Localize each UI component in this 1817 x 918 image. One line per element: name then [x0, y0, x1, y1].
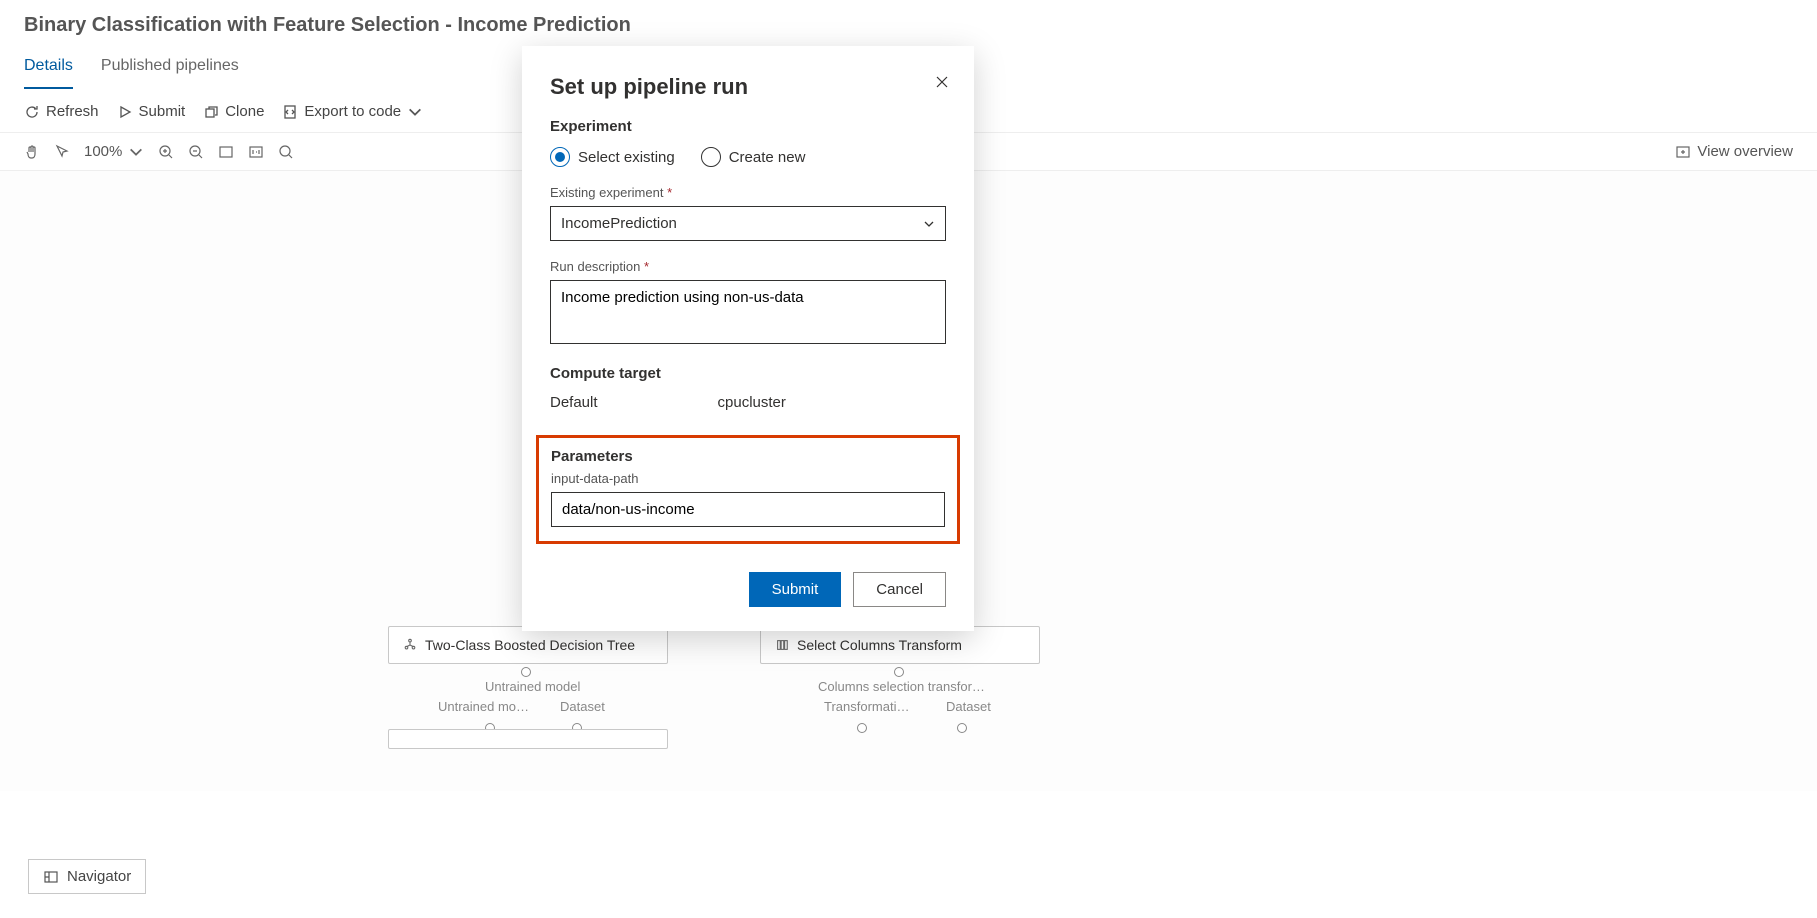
zoom-level[interactable]: 100% [84, 143, 144, 160]
actual-size-icon[interactable] [248, 144, 264, 160]
run-description-label: Run description * [550, 259, 946, 274]
radio-icon [701, 147, 721, 167]
radio-select-existing[interactable]: Select existing [550, 147, 675, 167]
refresh-button[interactable]: Refresh [24, 103, 99, 120]
cancel-button[interactable]: Cancel [853, 572, 946, 607]
port-label: Dataset [560, 699, 605, 714]
fit-to-screen-icon[interactable] [218, 144, 234, 160]
export-icon [282, 104, 298, 120]
refresh-label: Refresh [46, 103, 99, 120]
tree-icon [403, 638, 417, 652]
search-icon[interactable] [278, 144, 294, 160]
columns-icon [775, 638, 789, 652]
pointer-tool-icon[interactable] [54, 144, 70, 160]
tab-published-pipelines[interactable]: Published pipelines [101, 47, 239, 89]
port-label: Untrained mo… [438, 699, 529, 714]
parameters-section-highlight: Parameters input-data-path [536, 435, 960, 544]
port-label: Columns selection transfor… [818, 679, 985, 694]
radio-create-new[interactable]: Create new [701, 147, 806, 167]
port-label: Untrained model [485, 679, 580, 694]
radio-label: Select existing [578, 149, 675, 166]
view-overview-button[interactable]: View overview [1675, 143, 1793, 160]
port-label: Dataset [946, 699, 991, 714]
port-label: Transformati… [824, 699, 909, 714]
tab-details[interactable]: Details [24, 47, 73, 89]
close-button[interactable] [934, 74, 950, 93]
param-input-data-path-input[interactable] [551, 492, 945, 527]
compute-value: cpucluster [718, 394, 786, 411]
submit-label: Submit [139, 103, 186, 120]
zoom-out-icon[interactable] [188, 144, 204, 160]
node-port[interactable] [857, 723, 867, 733]
refresh-icon [24, 104, 40, 120]
navigator-label: Navigator [67, 868, 131, 885]
chevron-down-icon [128, 144, 144, 160]
export-to-code-button[interactable]: Export to code [282, 103, 423, 120]
experiment-header: Experiment [550, 118, 946, 135]
navigator-button[interactable]: Navigator [28, 859, 146, 894]
close-icon [934, 74, 950, 90]
clone-icon [203, 104, 219, 120]
pipeline-node[interactable]: Two-Class Boosted Decision Tree [388, 626, 668, 664]
chevron-down-icon [923, 218, 935, 230]
run-description-input[interactable] [550, 280, 946, 344]
clone-button[interactable]: Clone [203, 103, 264, 120]
zoom-in-icon[interactable] [158, 144, 174, 160]
node-label: Select Columns Transform [797, 637, 962, 653]
param-input-data-path-label: input-data-path [551, 471, 945, 486]
node-port[interactable] [521, 667, 531, 677]
existing-experiment-select[interactable]: IncomePrediction [550, 206, 946, 241]
submit-button[interactable]: Submit [117, 103, 186, 120]
node-label: Two-Class Boosted Decision Tree [425, 637, 635, 653]
dialog-title: Set up pipeline run [550, 74, 946, 100]
overview-icon [1675, 144, 1691, 160]
pipeline-node[interactable] [388, 729, 668, 749]
view-overview-label: View overview [1697, 143, 1793, 160]
page-title: Binary Classification with Feature Selec… [0, 0, 1817, 47]
radio-icon [550, 147, 570, 167]
node-port[interactable] [957, 723, 967, 733]
pipeline-node[interactable]: Select Columns Transform [760, 626, 1040, 664]
compute-target-header: Compute target [550, 365, 946, 382]
submit-button[interactable]: Submit [749, 572, 842, 607]
export-label: Export to code [304, 103, 401, 120]
parameters-header: Parameters [551, 448, 945, 465]
zoom-value: 100% [84, 143, 122, 160]
hand-tool-icon[interactable] [24, 144, 40, 160]
chevron-down-icon [407, 104, 423, 120]
clone-label: Clone [225, 103, 264, 120]
setup-pipeline-run-dialog: Set up pipeline run Experiment Select ex… [522, 46, 974, 631]
play-icon [117, 104, 133, 120]
node-port[interactable] [894, 667, 904, 677]
existing-experiment-label: Existing experiment * [550, 185, 946, 200]
select-value: IncomePrediction [561, 215, 677, 232]
navigator-icon [43, 869, 59, 885]
compute-default-label: Default [550, 394, 598, 411]
radio-label: Create new [729, 149, 806, 166]
